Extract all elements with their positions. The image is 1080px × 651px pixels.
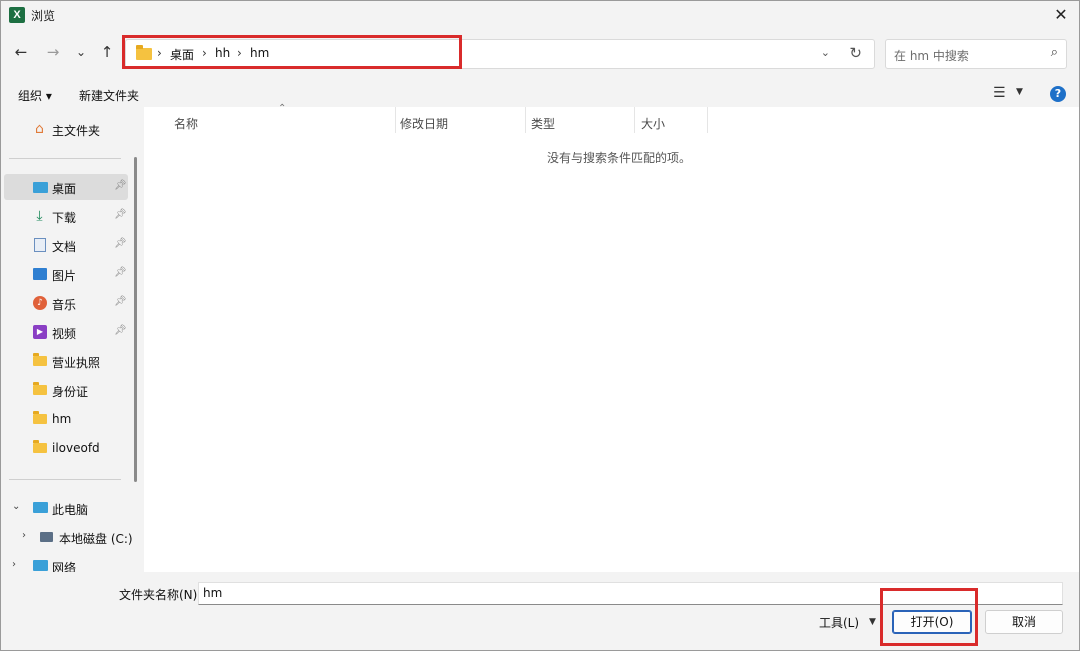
pin-icon[interactable]: 📌︎: [114, 180, 127, 191]
column-header-modified[interactable]: 修改日期: [400, 115, 448, 132]
sidebar-item-folder[interactable]: 身份证: [4, 377, 128, 403]
pin-icon[interactable]: 📌︎: [114, 238, 127, 249]
sidebar-scrollbar[interactable]: [134, 157, 137, 482]
pin-icon[interactable]: 📌︎: [114, 267, 127, 278]
pin-icon[interactable]: 📌︎: [114, 325, 127, 336]
folder-icon: [33, 382, 47, 395]
column-separator[interactable]: [525, 107, 526, 133]
folder-name-label: 文件夹名称(N):: [119, 588, 202, 602]
drive-icon: [40, 532, 53, 542]
divider: [9, 479, 121, 480]
pin-icon[interactable]: 📌︎: [114, 209, 127, 220]
sidebar-item-folder[interactable]: 营业执照: [4, 348, 128, 374]
sidebar-item-documents[interactable]: 文档 📌︎: [4, 232, 128, 258]
forward-arrow-icon[interactable]: →: [42, 41, 64, 63]
column-header-name[interactable]: 名称: [174, 115, 198, 132]
sidebar-item-label: 网络: [52, 561, 77, 572]
music-icon: ♪: [33, 296, 47, 310]
file-list: ⌃ 名称 修改日期 类型 大小 没有与搜索条件匹配的项。: [144, 103, 1079, 572]
sidebar-item-pictures[interactable]: 图片 📌︎: [4, 261, 128, 287]
sidebar-item-desktop[interactable]: 桌面 📌︎: [4, 174, 128, 200]
tools-button[interactable]: 工具(L): [819, 614, 859, 631]
recent-locations-chevron-icon[interactable]: ⌄: [70, 41, 92, 63]
column-separator[interactable]: [634, 107, 635, 133]
sidebar-item-label: 桌面: [52, 182, 77, 196]
pin-icon[interactable]: 📌︎: [114, 296, 127, 307]
sidebar-item-this-pc[interactable]: ⌄ 此电脑: [4, 495, 128, 521]
open-button-highlight: [880, 588, 978, 646]
refresh-icon[interactable]: ↻: [849, 44, 862, 62]
organize-menu-button[interactable]: 组织 ▾: [18, 87, 52, 104]
collapse-chevron-icon[interactable]: ›: [22, 530, 26, 541]
divider: [9, 158, 121, 159]
view-options-icon[interactable]: ☰: [993, 85, 1006, 101]
sidebar-item-label: 身份证: [52, 385, 89, 399]
sidebar-item-home[interactable]: ⌂ 主文件夹: [4, 116, 128, 142]
sidebar-item-music[interactable]: ♪ 音乐 📌︎: [4, 290, 128, 316]
sidebar-item-label: 主文件夹: [52, 124, 101, 138]
view-dropdown-caret-icon[interactable]: ▼: [1016, 87, 1023, 97]
sidebar-item-label: 此电脑: [52, 503, 89, 517]
picture-icon: [33, 268, 47, 280]
sidebar-item-label: 文档: [52, 240, 77, 254]
address-bar-highlight: [122, 35, 462, 69]
sidebar-item-downloads[interactable]: ⤓ 下载 📌︎: [4, 203, 128, 229]
search-placeholder: 在 hm 中搜索: [894, 49, 969, 63]
document-icon: [34, 238, 46, 252]
navigation-pane: ⌂ 主文件夹 桌面 📌︎ ⤓ 下载 📌︎ 文档 📌︎ 图片 📌︎ ♪ 音乐 📌︎: [1, 107, 144, 572]
network-icon: [33, 560, 48, 571]
search-icon: ⌕: [1050, 45, 1058, 60]
new-folder-button[interactable]: 新建文件夹: [79, 87, 139, 104]
sidebar-item-network[interactable]: › 网络: [4, 553, 128, 572]
folder-icon: [33, 353, 47, 366]
sidebar-item-label: 营业执照: [52, 356, 101, 370]
download-icon: ⤓: [36, 208, 43, 224]
search-input[interactable]: 在 hm 中搜索 ⌕: [885, 39, 1067, 69]
sidebar-item-label: 下载: [52, 211, 77, 225]
sidebar-item-label: 图片: [52, 269, 77, 283]
cancel-button[interactable]: 取消: [985, 610, 1063, 634]
column-header-size[interactable]: 大小: [641, 115, 665, 132]
desktop-icon: [33, 182, 48, 193]
column-separator[interactable]: [707, 107, 708, 133]
up-arrow-icon[interactable]: ↑: [96, 41, 118, 63]
empty-message: 没有与搜索条件匹配的项。: [547, 151, 692, 165]
computer-icon: [33, 502, 48, 513]
window-title: 浏览: [31, 9, 56, 23]
tools-dropdown-caret-icon[interactable]: ▼: [869, 617, 876, 627]
back-arrow-icon[interactable]: ←: [10, 41, 32, 63]
browse-dialog: X 浏览 ✕ ← → ⌄ ↑ › 桌面 › hh › hm ⌄ ↻ 在 hm 中…: [0, 0, 1080, 651]
address-dropdown-chevron-icon[interactable]: ⌄: [821, 46, 830, 59]
sidebar-item-label: 视频: [52, 327, 77, 341]
sidebar-item-label: hm: [52, 412, 72, 426]
help-icon[interactable]: ?: [1050, 86, 1066, 102]
sidebar-item-label: 音乐: [52, 298, 77, 312]
home-icon: ⌂: [35, 121, 44, 137]
title-bar: X 浏览 ✕: [1, 1, 1079, 29]
sidebar-item-folder[interactable]: hm: [4, 406, 128, 432]
collapse-chevron-icon[interactable]: ›: [12, 559, 16, 570]
sidebar-item-label: 本地磁盘 (C:): [59, 532, 133, 546]
command-toolbar: 组织 ▾ 新建文件夹 ☰ ▼ ?: [1, 81, 1079, 107]
folder-icon: [33, 411, 47, 424]
column-separator[interactable]: [395, 107, 396, 133]
sidebar-item-local-disk[interactable]: › 本地磁盘 (C:): [4, 524, 133, 550]
expand-chevron-icon[interactable]: ⌄: [12, 501, 20, 512]
excel-app-icon: X: [9, 7, 28, 23]
close-button[interactable]: ✕: [1047, 3, 1075, 27]
sidebar-item-folder[interactable]: iloveofd: [4, 435, 128, 461]
sidebar-item-videos[interactable]: ▶ 视频 📌︎: [4, 319, 128, 345]
sidebar-item-label: iloveofd: [52, 441, 100, 455]
column-header-type[interactable]: 类型: [531, 115, 555, 132]
folder-icon: [33, 440, 47, 453]
video-icon: ▶: [33, 325, 47, 339]
sort-ascending-icon: ⌃: [278, 103, 287, 114]
